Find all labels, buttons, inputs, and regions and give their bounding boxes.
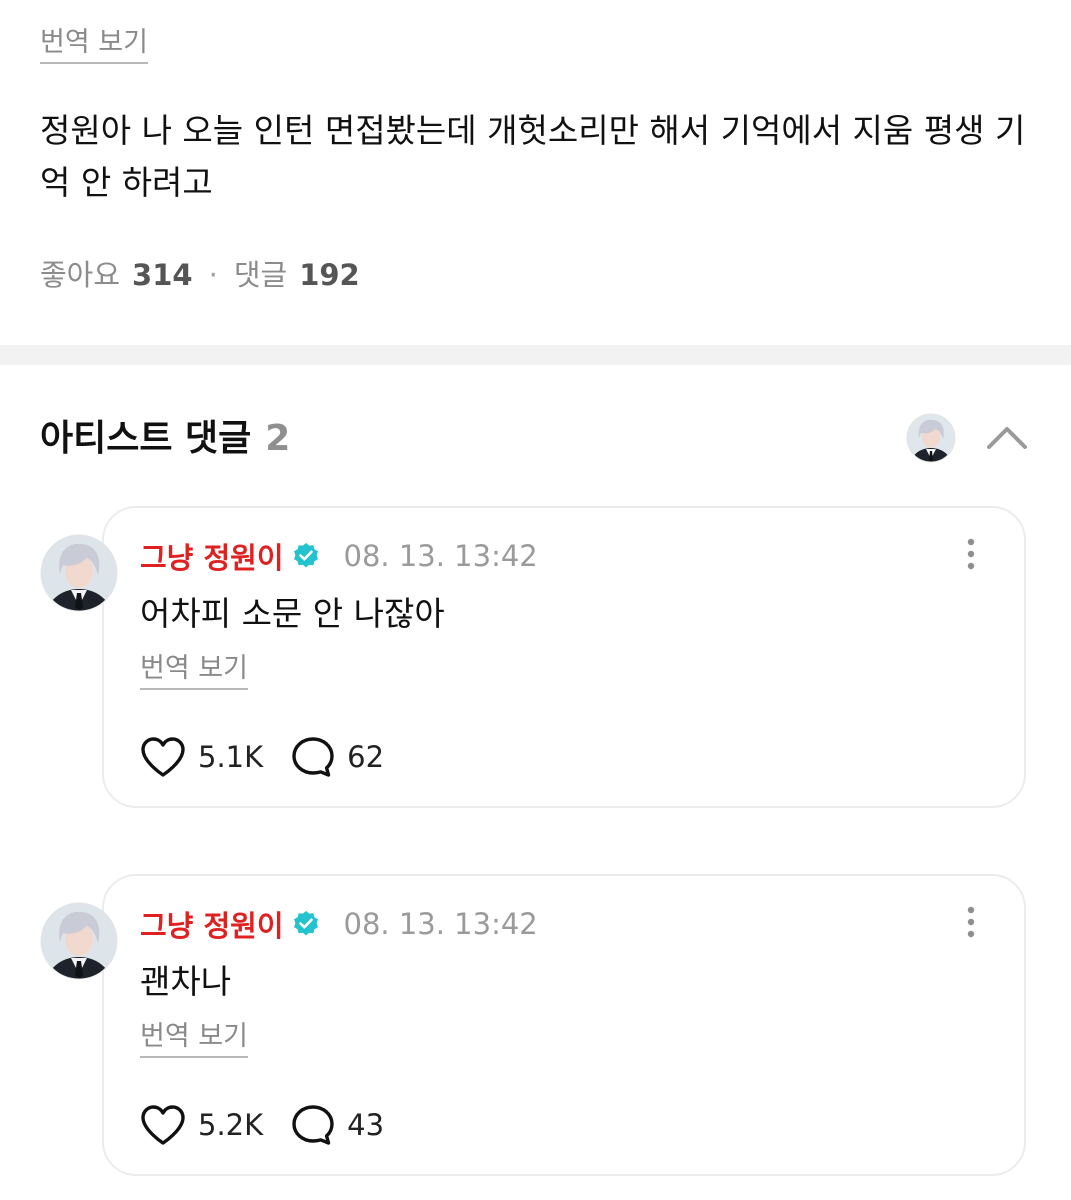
stats-separator: · — [208, 258, 218, 292]
comment-meta: 그냥 정원이 08. 13. 13:42 — [140, 904, 538, 944]
comment-more-button[interactable] — [956, 904, 986, 944]
like-button[interactable]: 5.2K — [140, 1104, 263, 1146]
likes-count: 314 — [132, 258, 193, 292]
artist-comments-title: 아티스트 댓글 — [40, 418, 252, 459]
comment-item: 그냥 정원이 08. 13. 13:42 어차피 소문 안 나잖아 번역 보기 — [0, 506, 1071, 810]
reply-button[interactable]: 43 — [291, 1104, 384, 1146]
likes-label: 좋아요 — [40, 258, 121, 292]
comment-author[interactable]: 그냥 정원이 — [140, 903, 284, 945]
comments-label[interactable]: 댓글 — [234, 253, 287, 297]
post-translate-link[interactable]: 번역 보기 — [40, 28, 148, 64]
artist-comments-header: 아티스트 댓글 2 — [40, 414, 290, 464]
heart-icon — [140, 1104, 186, 1146]
chevron-up-icon — [986, 424, 1028, 454]
speech-bubble-icon — [291, 1104, 335, 1146]
more-vertical-icon — [966, 538, 976, 574]
comment-more-button[interactable] — [956, 536, 986, 576]
comment-item: 그냥 정원이 08. 13. 13:42 괜차나 번역 보기 5.2K 43 — [0, 874, 1071, 1178]
section-divider — [0, 345, 1071, 365]
reply-button[interactable]: 62 — [291, 736, 384, 778]
comment-avatar[interactable] — [40, 902, 118, 980]
artist-avatar[interactable] — [906, 413, 956, 463]
comment-text: 어차피 소문 안 나잖아 — [140, 594, 445, 633]
comment-meta: 그냥 정원이 08. 13. 13:42 — [140, 536, 538, 576]
comment-translate-link[interactable]: 번역 보기 — [140, 1022, 248, 1058]
heart-icon — [140, 736, 186, 778]
post-stats: 좋아요 314 · 댓글 192 — [40, 253, 360, 297]
verified-badge-icon — [292, 542, 320, 570]
comment-text: 괜차나 — [140, 962, 232, 1001]
verified-badge-icon — [292, 910, 320, 938]
comments-count[interactable]: 192 — [299, 253, 360, 297]
collapse-button[interactable] — [984, 416, 1030, 462]
comment-actions: 5.2K 43 — [140, 1102, 412, 1148]
comment-avatar[interactable] — [40, 534, 118, 612]
comment-timestamp: 08. 13. 13:42 — [343, 907, 538, 941]
reply-count: 43 — [347, 1108, 385, 1142]
like-count: 5.1K — [198, 740, 264, 774]
comment-timestamp: 08. 13. 13:42 — [343, 539, 538, 573]
speech-bubble-icon — [291, 736, 335, 778]
artist-comments-count: 2 — [265, 418, 291, 459]
comment-author[interactable]: 그냥 정원이 — [140, 535, 284, 577]
like-count: 5.2K — [198, 1108, 264, 1142]
comment-actions: 5.1K 62 — [140, 734, 412, 780]
reply-count: 62 — [347, 740, 385, 774]
post-body-text: 정원아 나 오늘 인턴 면접봤는데 개헛소리만 해서 기억에서 지움 평생 기억… — [40, 111, 1026, 202]
like-button[interactable]: 5.1K — [140, 736, 263, 778]
comment-translate-link[interactable]: 번역 보기 — [140, 654, 248, 690]
more-vertical-icon — [966, 906, 976, 942]
